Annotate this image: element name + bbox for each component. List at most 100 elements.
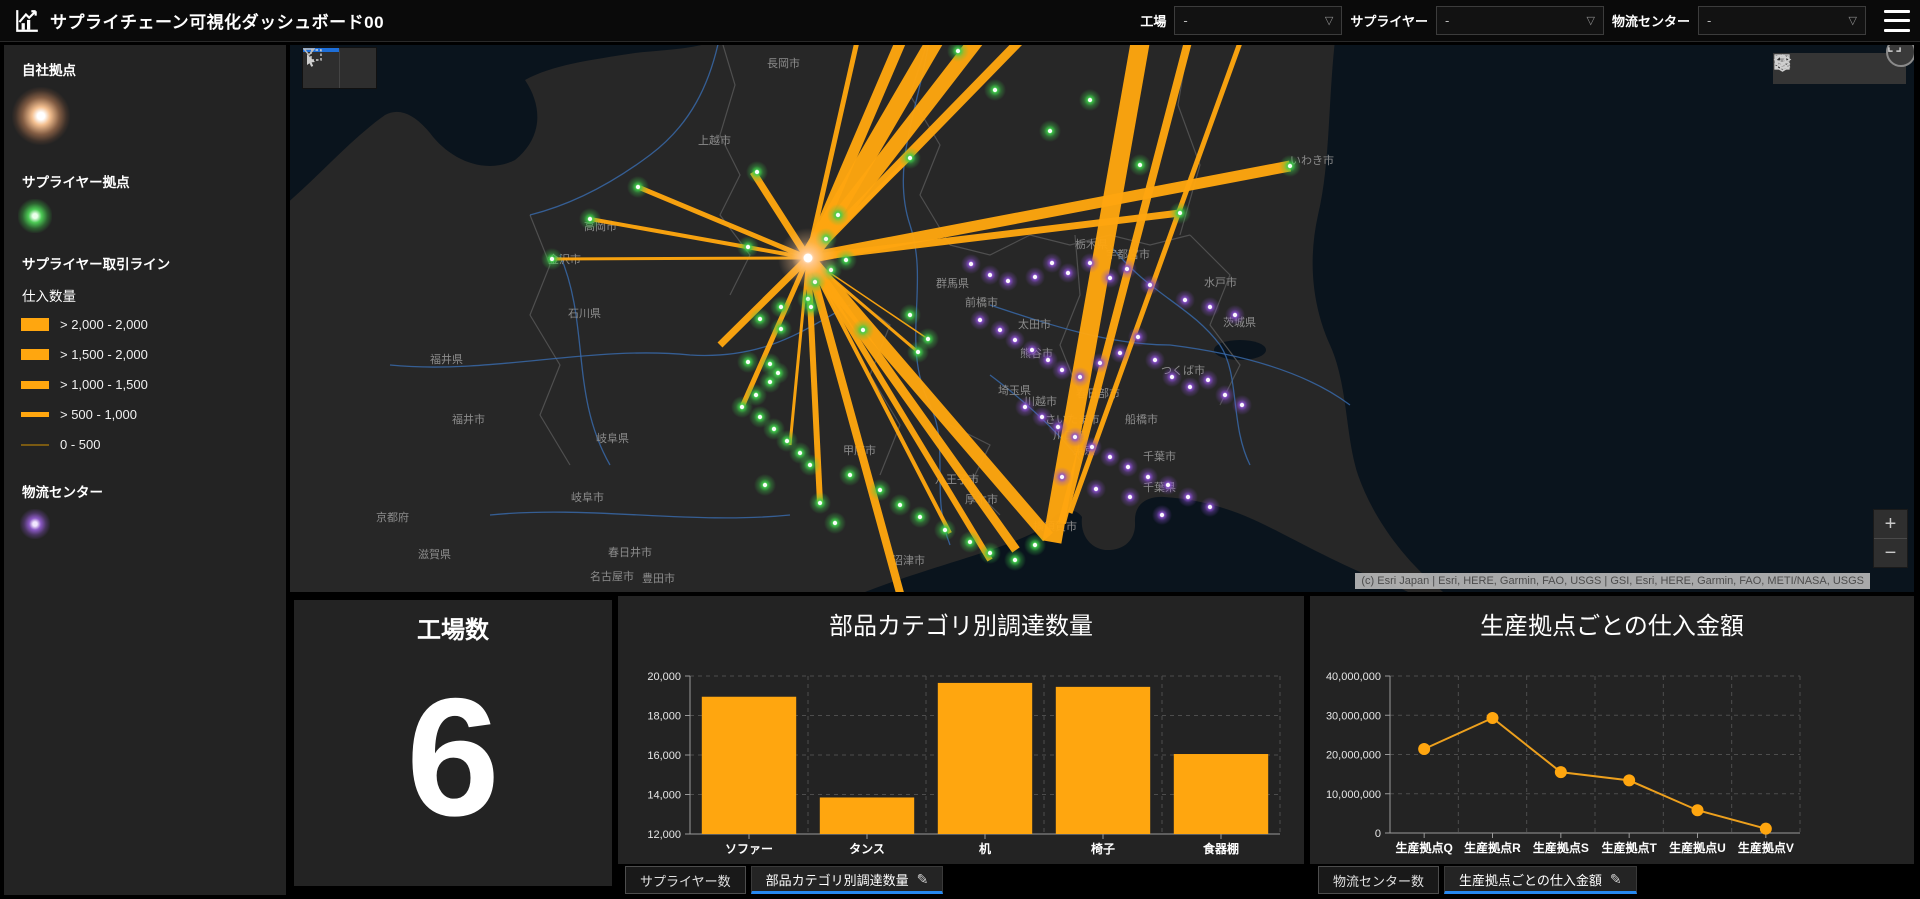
logistics-site-symbol (20, 509, 50, 539)
point-core (916, 350, 920, 354)
filter-supplier-dropdown[interactable]: - ▽ (1436, 6, 1604, 35)
factory-count-title: 工場数 (294, 610, 612, 645)
point-core (1073, 435, 1077, 439)
point-core (1066, 271, 1070, 275)
legend-list-icon[interactable] (1810, 56, 1836, 82)
data-point-marker[interactable] (1623, 774, 1635, 786)
tab-label: 生産拠点ごとの仕入金額 (1459, 870, 1602, 889)
edit-pencil-icon[interactable]: ✎ (917, 871, 929, 888)
bar-chart: 12,00014,00016,00018,00020,000ソファータンス机椅子… (618, 636, 1304, 864)
layers-icon[interactable] (1843, 56, 1869, 82)
header-bar: サプライチェーン可視化ダッシュボード00 工場 - ▽ サプライヤー - ▽ 物… (0, 0, 1920, 42)
map-canvas[interactable]: 長岡市上越市高岡市金沢市石川県福井県福井市岐阜県岐阜市京都府滋賀県春日井市名古屋… (290, 45, 1914, 592)
map-place-label: 千葉市 (1143, 449, 1176, 463)
point-core (588, 217, 592, 221)
legend-line-swatch (21, 349, 49, 360)
point-core (1288, 164, 1292, 168)
bar[interactable] (1056, 687, 1150, 834)
x-category-label: 椅子 (1091, 841, 1115, 856)
bar[interactable] (702, 697, 796, 834)
point-core (1240, 403, 1244, 407)
filter-factory-dropdown[interactable]: - ▽ (1174, 6, 1342, 35)
point-core (978, 318, 982, 322)
y-tick-label: 18,000 (647, 711, 681, 723)
bar[interactable] (938, 683, 1032, 834)
legend-line-swatch (21, 444, 49, 446)
point-core (844, 258, 848, 262)
filter-supplier-label: サプライヤー (1350, 11, 1428, 30)
x-category-label: 食器棚 (1202, 841, 1239, 856)
point-core (1090, 445, 1094, 449)
point-core (1108, 276, 1112, 280)
legend-line-class-row: > 1,500 - 2,000 (21, 347, 286, 362)
point-core (1050, 261, 1054, 265)
point-core (1206, 378, 1210, 382)
point-core (1030, 348, 1034, 352)
map-select-toolgroup (302, 47, 377, 89)
zoom-out-button[interactable]: − (1874, 538, 1907, 567)
chevron-down-icon: ▽ (1325, 14, 1333, 27)
legend-line-class-row: > 1,000 - 1,500 (21, 377, 286, 392)
point-core (779, 305, 783, 309)
legend-line-label: > 1,000 - 1,500 (60, 377, 148, 392)
point-core (1233, 313, 1237, 317)
map-select-dropdown-button[interactable] (339, 48, 376, 88)
header-filters: 工場 - ▽ サプライヤー - ▽ 物流センター - ▽ (1140, 6, 1920, 35)
legend-line-class-row: > 500 - 1,000 (21, 407, 286, 422)
legend-line-class-row: > 2,000 - 2,000 (21, 317, 286, 332)
app-logo-icon (14, 8, 40, 34)
tab-active[interactable]: 部品カテゴリ別調達数量✎ (751, 866, 944, 894)
bar[interactable] (820, 797, 914, 834)
point-core (785, 439, 789, 443)
bar[interactable] (1174, 754, 1268, 834)
point-core (1146, 475, 1150, 479)
point-core (1136, 335, 1140, 339)
map-place-label: 上越市 (698, 133, 731, 147)
data-point-marker[interactable] (1487, 712, 1499, 724)
y-tick-label: 10,000,000 (1326, 789, 1381, 801)
point-core (798, 451, 802, 455)
point-core (1148, 283, 1152, 287)
filter-logistics-dropdown[interactable]: - ▽ (1698, 6, 1866, 35)
point-core (1160, 513, 1164, 517)
point-core (908, 313, 912, 317)
point-core (926, 337, 930, 341)
own-site-core (804, 254, 813, 263)
edit-pencil-icon[interactable]: ✎ (1610, 871, 1622, 888)
data-point-marker[interactable] (1760, 823, 1772, 835)
map-place-label: 太田市 (1018, 317, 1051, 331)
legend-supplier-site-label: サプライヤー拠点 (4, 171, 286, 191)
point-core (1060, 475, 1064, 479)
tab-inactive[interactable]: サプライヤー数 (625, 866, 746, 894)
map-place-label: 埼玉県 (998, 383, 1031, 397)
legend-line-class-row: 0 - 500 (21, 437, 286, 452)
x-category-label: ソファー (725, 842, 773, 856)
tab-active[interactable]: 生産拠点ごとの仕入金額 ✎ (1444, 866, 1637, 894)
point-core (1033, 275, 1037, 279)
point-core (943, 528, 947, 532)
y-tick-label: 20,000 (647, 671, 681, 683)
point-core (758, 317, 762, 321)
y-tick-label: 0 (1375, 828, 1381, 840)
point-core (1126, 465, 1130, 469)
filter-factory-label: 工場 (1140, 11, 1166, 30)
legend-line-subtitle: 仕入数量 (4, 285, 286, 305)
point-core (956, 49, 960, 53)
point-core (1040, 415, 1044, 419)
data-point-marker[interactable] (1555, 766, 1567, 778)
zoom-in-button[interactable]: + (1874, 510, 1907, 538)
hamburger-menu-icon[interactable] (1884, 8, 1910, 34)
legend-line-swatch (21, 381, 49, 389)
point-core (1006, 279, 1010, 283)
map-place-label: 福井市 (452, 412, 485, 426)
point-core (740, 405, 744, 409)
filter-logistics-label: 物流センター (1612, 11, 1690, 30)
point-core (1153, 358, 1157, 362)
data-point-marker[interactable] (1418, 743, 1430, 755)
map-place-label: 船橋市 (1125, 412, 1158, 426)
x-category-label: タンス (849, 842, 885, 856)
data-point-marker[interactable] (1692, 804, 1704, 816)
point-core (818, 501, 822, 505)
point-core (1166, 483, 1170, 487)
tab-inactive[interactable]: 物流センター数 (1318, 866, 1439, 894)
